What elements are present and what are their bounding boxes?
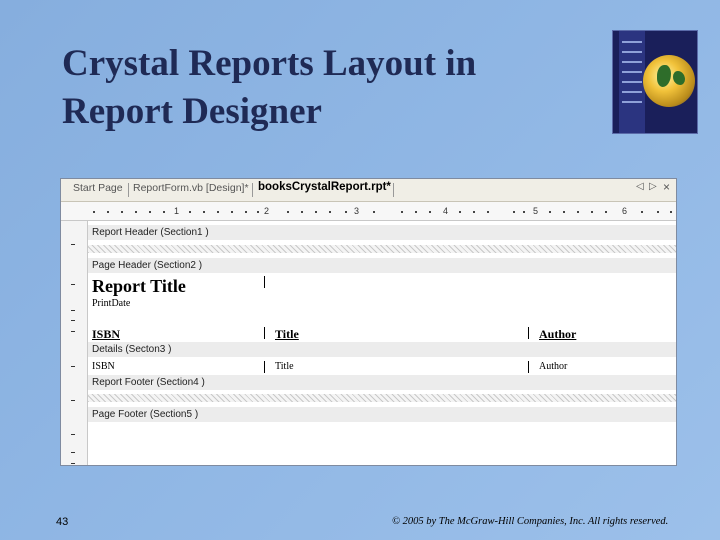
ruler-number: 4: [443, 206, 449, 216]
section-body-report-header: [88, 245, 676, 253]
section-page-header[interactable]: Page Header (Section2 ): [88, 258, 676, 273]
print-date-field[interactable]: PrintDate: [92, 298, 130, 309]
section-body-report-footer: [88, 394, 676, 402]
tab-report-form-design[interactable]: ReportForm.vb [Design]*: [133, 182, 249, 194]
author-detail-field[interactable]: Author: [539, 361, 567, 372]
isbn-detail-field[interactable]: ISBN: [92, 361, 115, 372]
document-tab-bar: Start Page ReportForm.vb [Design]* books…: [61, 179, 676, 202]
tab-next-icon[interactable]: ▷: [649, 181, 657, 192]
section-page-footer[interactable]: Page Footer (Section5 ): [88, 407, 676, 422]
isbn-column-header[interactable]: ISBN: [92, 327, 120, 342]
section-details[interactable]: Details (Secton3 ): [88, 342, 676, 357]
tab-start-page[interactable]: Start Page: [73, 182, 123, 194]
ruler-number: 3: [354, 206, 360, 216]
slide-title: Crystal Reports Layout in Report Designe…: [62, 40, 582, 136]
slide-title-line-1: Crystal Reports Layout in: [62, 43, 477, 84]
ruler-number: 5: [533, 206, 539, 216]
slide-page-number: 43: [56, 516, 69, 528]
report-designer-window: Start Page ReportForm.vb [Design]* books…: [60, 178, 677, 466]
section-report-header[interactable]: Report Header (Section1 ): [88, 225, 676, 240]
globe-logo-icon: [612, 30, 698, 134]
horizontal-ruler: 1 2 3 4 5 6: [61, 202, 676, 221]
title-column-header[interactable]: Title: [275, 327, 299, 342]
title-detail-field[interactable]: Title: [275, 361, 294, 372]
copyright-notice: © 2005 by The McGraw-Hill Companies, Inc…: [392, 516, 669, 527]
section-report-footer[interactable]: Report Footer (Section4 ): [88, 375, 676, 390]
close-icon[interactable]: ×: [663, 180, 670, 194]
tab-prev-icon[interactable]: ◁: [636, 181, 644, 192]
ruler-number: 6: [622, 206, 628, 216]
ruler-number: 2: [264, 206, 270, 216]
vertical-ruler: [61, 221, 88, 465]
author-column-header[interactable]: Author: [539, 327, 576, 342]
report-title-field[interactable]: Report Title: [92, 276, 186, 297]
slide-title-line-2: Report Designer: [62, 91, 322, 132]
tab-books-crystal-report[interactable]: booksCrystalReport.rpt*: [258, 181, 391, 193]
ruler-number: 1: [174, 206, 180, 216]
